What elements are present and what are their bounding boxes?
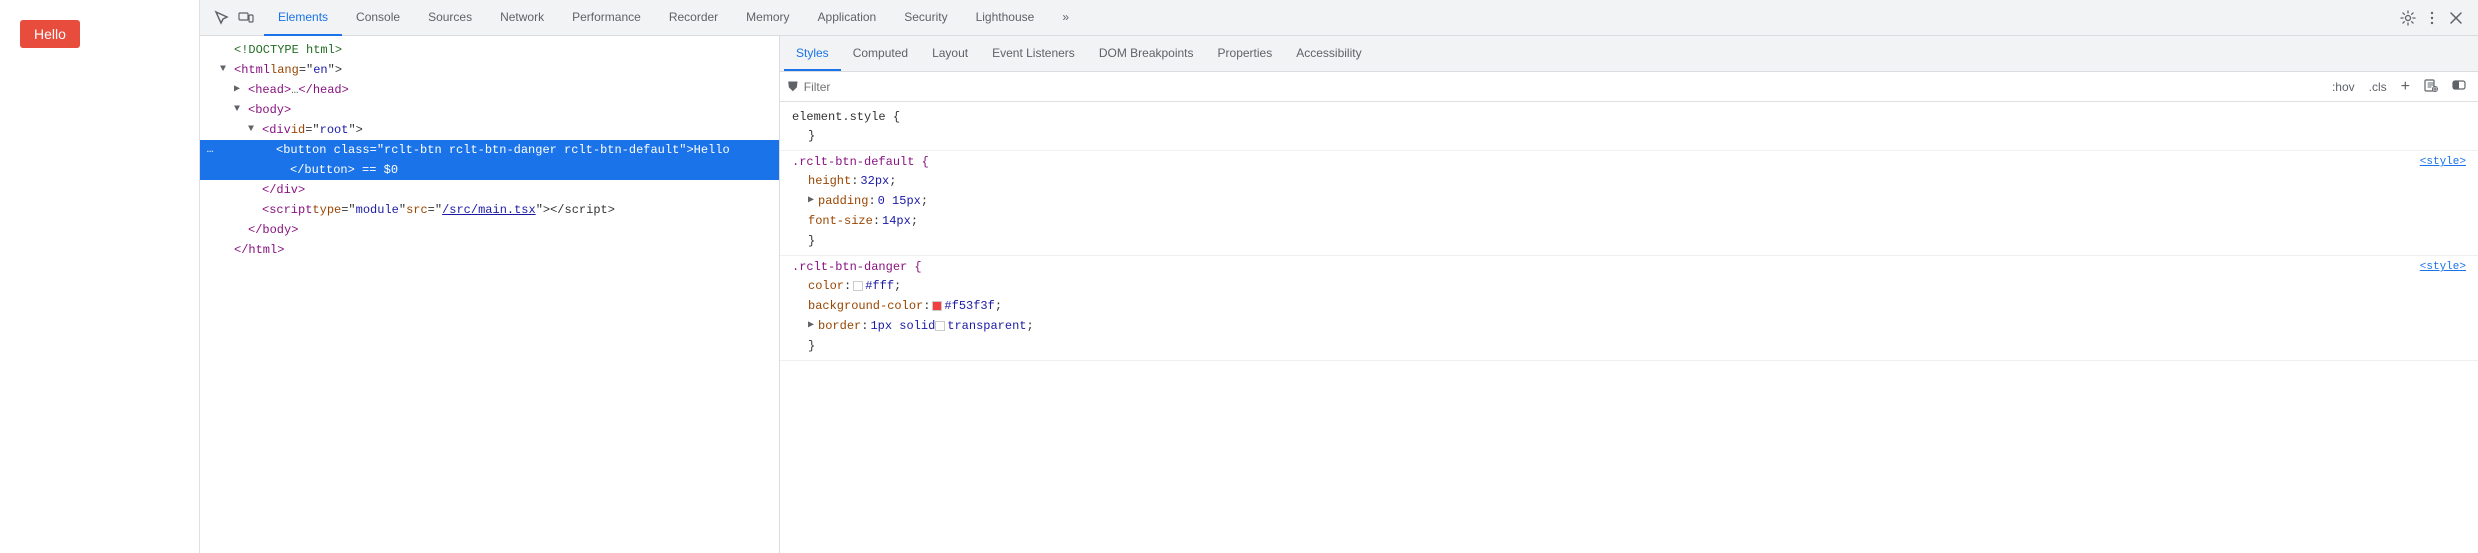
rclt-btn-default-block: .rclt-btn-default { <style> height: 32px… xyxy=(780,151,2478,256)
dom-panel: <!DOCTYPE html> ▼ <html lang="en"> ▶ <he… xyxy=(200,36,780,553)
cls-button[interactable]: .cls xyxy=(2365,78,2391,96)
tab-lighthouse[interactable]: Lighthouse xyxy=(962,0,1049,36)
rclt-btn-danger-selector: .rclt-btn-danger { xyxy=(792,260,922,274)
tab-elements[interactable]: Elements xyxy=(264,0,342,36)
rclt-btn-danger-close-brace: } xyxy=(792,336,2466,356)
rclt-btn-default-selector-line: .rclt-btn-default { <style> xyxy=(792,155,2466,169)
dom-arrow: ▶ xyxy=(234,81,248,99)
tab-layout[interactable]: Layout xyxy=(920,36,980,71)
filter-buttons: :hov .cls + xyxy=(2328,76,2470,97)
height-prop-line: height: 32px; xyxy=(792,171,2466,191)
tab-properties[interactable]: Properties xyxy=(1206,36,1285,71)
rclt-btn-default-selector: .rclt-btn-default { xyxy=(792,155,929,169)
border-expand-arrow[interactable]: ▶ xyxy=(808,317,814,335)
styles-tabs: Styles Computed Layout Event Listeners D… xyxy=(780,36,2478,72)
settings-icon[interactable] xyxy=(2398,8,2418,28)
script-src-link[interactable]: /src/main.tsx xyxy=(442,201,536,219)
toggle-button[interactable] xyxy=(2448,76,2470,97)
toolbar-icons xyxy=(204,8,264,28)
dom-dots-selected: … xyxy=(200,141,220,159)
color-swatch-transparent[interactable] xyxy=(935,321,945,331)
background-color-prop-line: background-color: #f53f3f; xyxy=(792,296,2466,316)
dom-line-div-root[interactable]: ▼ <div id="root"> xyxy=(200,120,779,140)
toolbar-right xyxy=(2398,8,2474,28)
head-expand[interactable]: … xyxy=(291,81,298,99)
dom-content: <!DOCTYPE html> ▼ <html lang="en"> ▶ <he… xyxy=(200,36,779,553)
dom-line-doctype[interactable]: <!DOCTYPE html> xyxy=(200,40,779,60)
element-style-block: element.style { } xyxy=(780,106,2478,151)
rclt-btn-default-source[interactable]: <style> xyxy=(2420,156,2466,168)
more-options-icon[interactable] xyxy=(2422,8,2442,28)
tab-performance[interactable]: Performance xyxy=(558,0,655,36)
element-style-brace: } xyxy=(808,127,815,145)
tab-memory[interactable]: Memory xyxy=(732,0,803,36)
tab-more[interactable]: » xyxy=(1048,0,1083,36)
filter-icon: ⛊ xyxy=(788,79,798,95)
devtools-toolbar: Elements Console Sources Network Perform… xyxy=(200,0,2478,36)
close-icon[interactable] xyxy=(2446,8,2466,28)
tab-security[interactable]: Security xyxy=(890,0,961,36)
font-size-prop-line: font-size: 14px; xyxy=(792,211,2466,231)
tab-styles[interactable]: Styles xyxy=(784,36,841,71)
color-swatch-fff[interactable] xyxy=(853,281,863,291)
color-swatch-f53f3f[interactable] xyxy=(932,301,942,311)
devtools-main: <!DOCTYPE html> ▼ <html lang="en"> ▶ <he… xyxy=(200,36,2478,553)
dom-line-html[interactable]: ▼ <html lang="en"> xyxy=(200,60,779,80)
hov-button[interactable]: :hov xyxy=(2328,78,2359,96)
dom-line-head[interactable]: ▶ <head> … </head> xyxy=(200,80,779,100)
tab-dom-breakpoints[interactable]: DOM Breakpoints xyxy=(1087,36,1206,71)
rclt-btn-danger-block: .rclt-btn-danger { <style> color: #fff; … xyxy=(780,256,2478,361)
app-area: Hello Elemen xyxy=(0,0,2478,553)
rclt-btn-default-close-brace: } xyxy=(792,231,2466,251)
dom-line-body[interactable]: ▼ <body> xyxy=(200,100,779,120)
border-prop-line: ▶ border: 1px solid transparent; xyxy=(792,316,2466,336)
tab-sources[interactable]: Sources xyxy=(414,0,486,36)
dom-arrow: ▼ xyxy=(220,61,234,79)
dom-line-script[interactable]: <script type="module" src="/src/main.tsx… xyxy=(200,200,779,220)
dom-arrow: ▼ xyxy=(248,121,262,139)
element-style-close-line: } xyxy=(792,126,2466,146)
element-style-selector: element.style { xyxy=(792,110,900,124)
dom-line-body-close[interactable]: </body> xyxy=(200,220,779,240)
dom-line-button-close[interactable]: </button> == $0 xyxy=(200,160,779,180)
styles-content: element.style { } .rclt-btn-default { <s… xyxy=(780,102,2478,553)
page-preview: Hello xyxy=(0,0,200,553)
tab-event-listeners[interactable]: Event Listeners xyxy=(980,36,1087,71)
padding-prop-line: ▶ padding: 0 15px; xyxy=(792,191,2466,211)
styles-panel: Styles Computed Layout Event Listeners D… xyxy=(780,36,2478,553)
tab-recorder[interactable]: Recorder xyxy=(655,0,732,36)
filter-input[interactable] xyxy=(804,80,2322,94)
rclt-btn-danger-source[interactable]: <style> xyxy=(2420,261,2466,273)
tab-accessibility[interactable]: Accessibility xyxy=(1284,36,1373,71)
devtools: Elements Console Sources Network Perform… xyxy=(200,0,2478,553)
dom-line-button[interactable]: … <button class="rclt-btn rclt-btn-dange… xyxy=(200,140,779,160)
rclt-btn-danger-selector-line: .rclt-btn-danger { <style> xyxy=(792,260,2466,274)
element-style-selector-line: element.style { xyxy=(792,110,2466,124)
devtools-tabs: Elements Console Sources Network Perform… xyxy=(264,0,1083,36)
tab-console[interactable]: Console xyxy=(342,0,414,36)
color-prop-line: color: #fff; xyxy=(792,276,2466,296)
tab-network[interactable]: Network xyxy=(486,0,558,36)
add-rule-button[interactable]: + xyxy=(2397,77,2414,97)
new-stylesheet-button[interactable] xyxy=(2420,76,2442,97)
tab-computed[interactable]: Computed xyxy=(841,36,920,71)
device-toolbar-icon[interactable] xyxy=(236,8,256,28)
dom-arrow: ▼ xyxy=(234,101,248,119)
doctype-text: <!DOCTYPE html> xyxy=(234,41,342,59)
hello-button[interactable]: Hello xyxy=(20,20,80,48)
dom-line-div-close[interactable]: </div> xyxy=(200,180,779,200)
styles-filter-bar: ⛊ :hov .cls + xyxy=(780,72,2478,102)
dom-line-html-close[interactable]: </html> xyxy=(200,240,779,260)
tab-application[interactable]: Application xyxy=(804,0,891,36)
inspect-icon[interactable] xyxy=(212,8,232,28)
padding-expand-arrow[interactable]: ▶ xyxy=(808,192,814,210)
